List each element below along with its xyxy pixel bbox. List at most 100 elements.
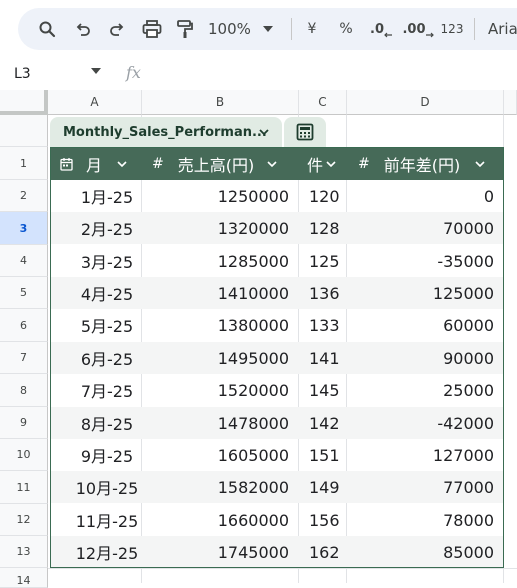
row-header[interactable]: 7 <box>0 342 48 374</box>
cell-count[interactable]: 136 <box>309 277 349 309</box>
cell-yoy[interactable]: 78000 <box>354 504 494 536</box>
row-header[interactable]: 1 <box>0 147 48 180</box>
decrease-decimal-button[interactable]: .0 <box>366 8 396 50</box>
cell-yoy[interactable]: 125000 <box>354 277 494 309</box>
cell-yoy[interactable]: 0 <box>354 180 494 212</box>
cell-month[interactable]: 3月-25 <box>52 245 162 277</box>
cell-count[interactable]: 145 <box>309 374 349 406</box>
cell-yoy[interactable]: 77000 <box>354 471 494 503</box>
paint-format-button[interactable] <box>172 8 198 50</box>
cell-month[interactable]: 10月-25 <box>52 471 162 503</box>
column-header-c[interactable]: C <box>299 90 347 115</box>
table-header-sales[interactable]: # 売上高(円) <box>152 147 292 180</box>
gridline <box>503 115 504 583</box>
cell-month[interactable]: 4月-25 <box>52 277 162 309</box>
cell-month[interactable]: 11月-25 <box>52 504 162 536</box>
cell-count[interactable]: 162 <box>309 536 349 568</box>
cell-count[interactable]: 151 <box>309 439 349 471</box>
chevron-down-icon <box>326 160 336 167</box>
row-header[interactable]: 10 <box>0 439 48 471</box>
cell-count[interactable]: 142 <box>309 407 349 439</box>
row-header[interactable]: 4 <box>0 245 48 277</box>
cell-count[interactable]: 141 <box>309 342 349 374</box>
cell-month[interactable]: 6月-25 <box>52 342 162 374</box>
cell-sales[interactable]: 1520000 <box>150 374 289 406</box>
cell-yoy[interactable]: 85000 <box>354 536 494 568</box>
row-header[interactable]: 2 <box>0 180 48 212</box>
cell-count[interactable]: 149 <box>309 471 349 503</box>
cell-month[interactable]: 5月-25 <box>52 309 162 341</box>
cell-month[interactable]: 7月-25 <box>52 374 162 406</box>
row-header-selected[interactable]: 3 <box>0 212 48 245</box>
currency-format-button[interactable]: ¥ <box>300 8 324 50</box>
cell-yoy[interactable]: 25000 <box>354 374 494 406</box>
zoom-select[interactable]: 100% <box>208 8 280 50</box>
cell-yoy[interactable]: -35000 <box>354 245 494 277</box>
table-name-tab[interactable]: Monthly_Sales_Performan... <box>50 117 282 147</box>
cell-yoy[interactable]: 90000 <box>354 342 494 374</box>
cell-sales[interactable]: 1478000 <box>150 407 289 439</box>
number-format-button[interactable]: 123 <box>438 8 466 50</box>
cell-sales[interactable]: 1745000 <box>150 536 289 568</box>
table-calculator-button[interactable] <box>284 117 326 147</box>
table-header-count[interactable]: 件 <box>307 147 345 180</box>
table-header-month[interactable]: 月 <box>60 147 140 180</box>
cell-month[interactable]: 12月-25 <box>52 536 162 568</box>
row-header[interactable]: 8 <box>0 374 48 407</box>
print-button[interactable] <box>138 8 166 50</box>
cell-count[interactable]: 120 <box>309 180 349 212</box>
cell-month[interactable]: 8月-25 <box>52 407 162 439</box>
cell-sales[interactable]: 1605000 <box>150 439 289 471</box>
select-all-corner[interactable] <box>0 90 48 115</box>
cell-yoy[interactable]: 70000 <box>354 212 494 244</box>
cell-sales[interactable]: 1582000 <box>150 471 289 503</box>
column-header-e[interactable] <box>504 90 517 115</box>
row-header[interactable]: 13 <box>0 536 48 568</box>
row-header[interactable]: 6 <box>0 309 48 342</box>
cell-month[interactable]: 1月-25 <box>52 180 162 212</box>
cell-sales[interactable]: 1380000 <box>150 309 289 341</box>
row-header[interactable]: 12 <box>0 504 48 536</box>
column-header-d[interactable]: D <box>347 90 504 115</box>
cell-count[interactable]: 133 <box>309 309 349 341</box>
undo-button[interactable] <box>70 8 96 50</box>
number-format-label: 123 <box>440 22 464 36</box>
percent-format-button[interactable]: % <box>334 8 358 50</box>
caret-down-icon[interactable] <box>91 68 101 74</box>
currency-label: ¥ <box>307 21 317 37</box>
name-box[interactable]: L3 <box>14 66 31 82</box>
search-menus-button[interactable] <box>34 8 60 50</box>
increase-decimal-label: .00 <box>402 21 426 37</box>
column-header-b[interactable]: B <box>142 90 299 115</box>
row-header[interactable]: 5 <box>0 277 48 309</box>
cell-yoy[interactable]: -42000 <box>354 407 494 439</box>
paint-format-icon <box>177 20 193 38</box>
cell-count[interactable]: 125 <box>309 245 349 277</box>
font-select[interactable]: Aria <box>488 8 517 50</box>
cell-sales[interactable]: 1660000 <box>150 504 289 536</box>
decrease-decimal-label: .0 <box>370 21 384 37</box>
row-header[interactable]: 14 <box>0 568 48 588</box>
cell-sales[interactable]: 1495000 <box>150 342 289 374</box>
cell-yoy[interactable]: 60000 <box>354 309 494 341</box>
cell-count[interactable]: 128 <box>309 212 349 244</box>
redo-button[interactable] <box>104 8 130 50</box>
cell-count[interactable]: 156 <box>309 504 349 536</box>
cell-sales[interactable]: 1250000 <box>150 180 289 212</box>
row-header[interactable]: 9 <box>0 407 48 439</box>
increase-decimal-button[interactable]: .00 <box>402 8 434 50</box>
column-header-a[interactable]: A <box>48 90 142 115</box>
cell-month[interactable]: 9月-25 <box>52 439 162 471</box>
row-header-blank <box>0 115 48 147</box>
toolbar: 100% ¥ % .0 .00 123 Aria <box>0 0 517 56</box>
table-header-label: 売上高(円) <box>177 155 255 175</box>
cell-yoy[interactable]: 127000 <box>354 439 494 471</box>
cell-sales[interactable]: 1285000 <box>150 245 289 277</box>
cell-sales[interactable]: 1410000 <box>150 277 289 309</box>
row-header[interactable]: 11 <box>0 471 48 504</box>
cell-sales[interactable]: 1320000 <box>150 212 289 244</box>
calculator-icon <box>296 123 314 141</box>
cell-month[interactable]: 2月-25 <box>52 212 162 244</box>
table-header-yoy[interactable]: # 前年差(円) <box>358 147 498 180</box>
number-type-icon: # <box>152 155 164 172</box>
